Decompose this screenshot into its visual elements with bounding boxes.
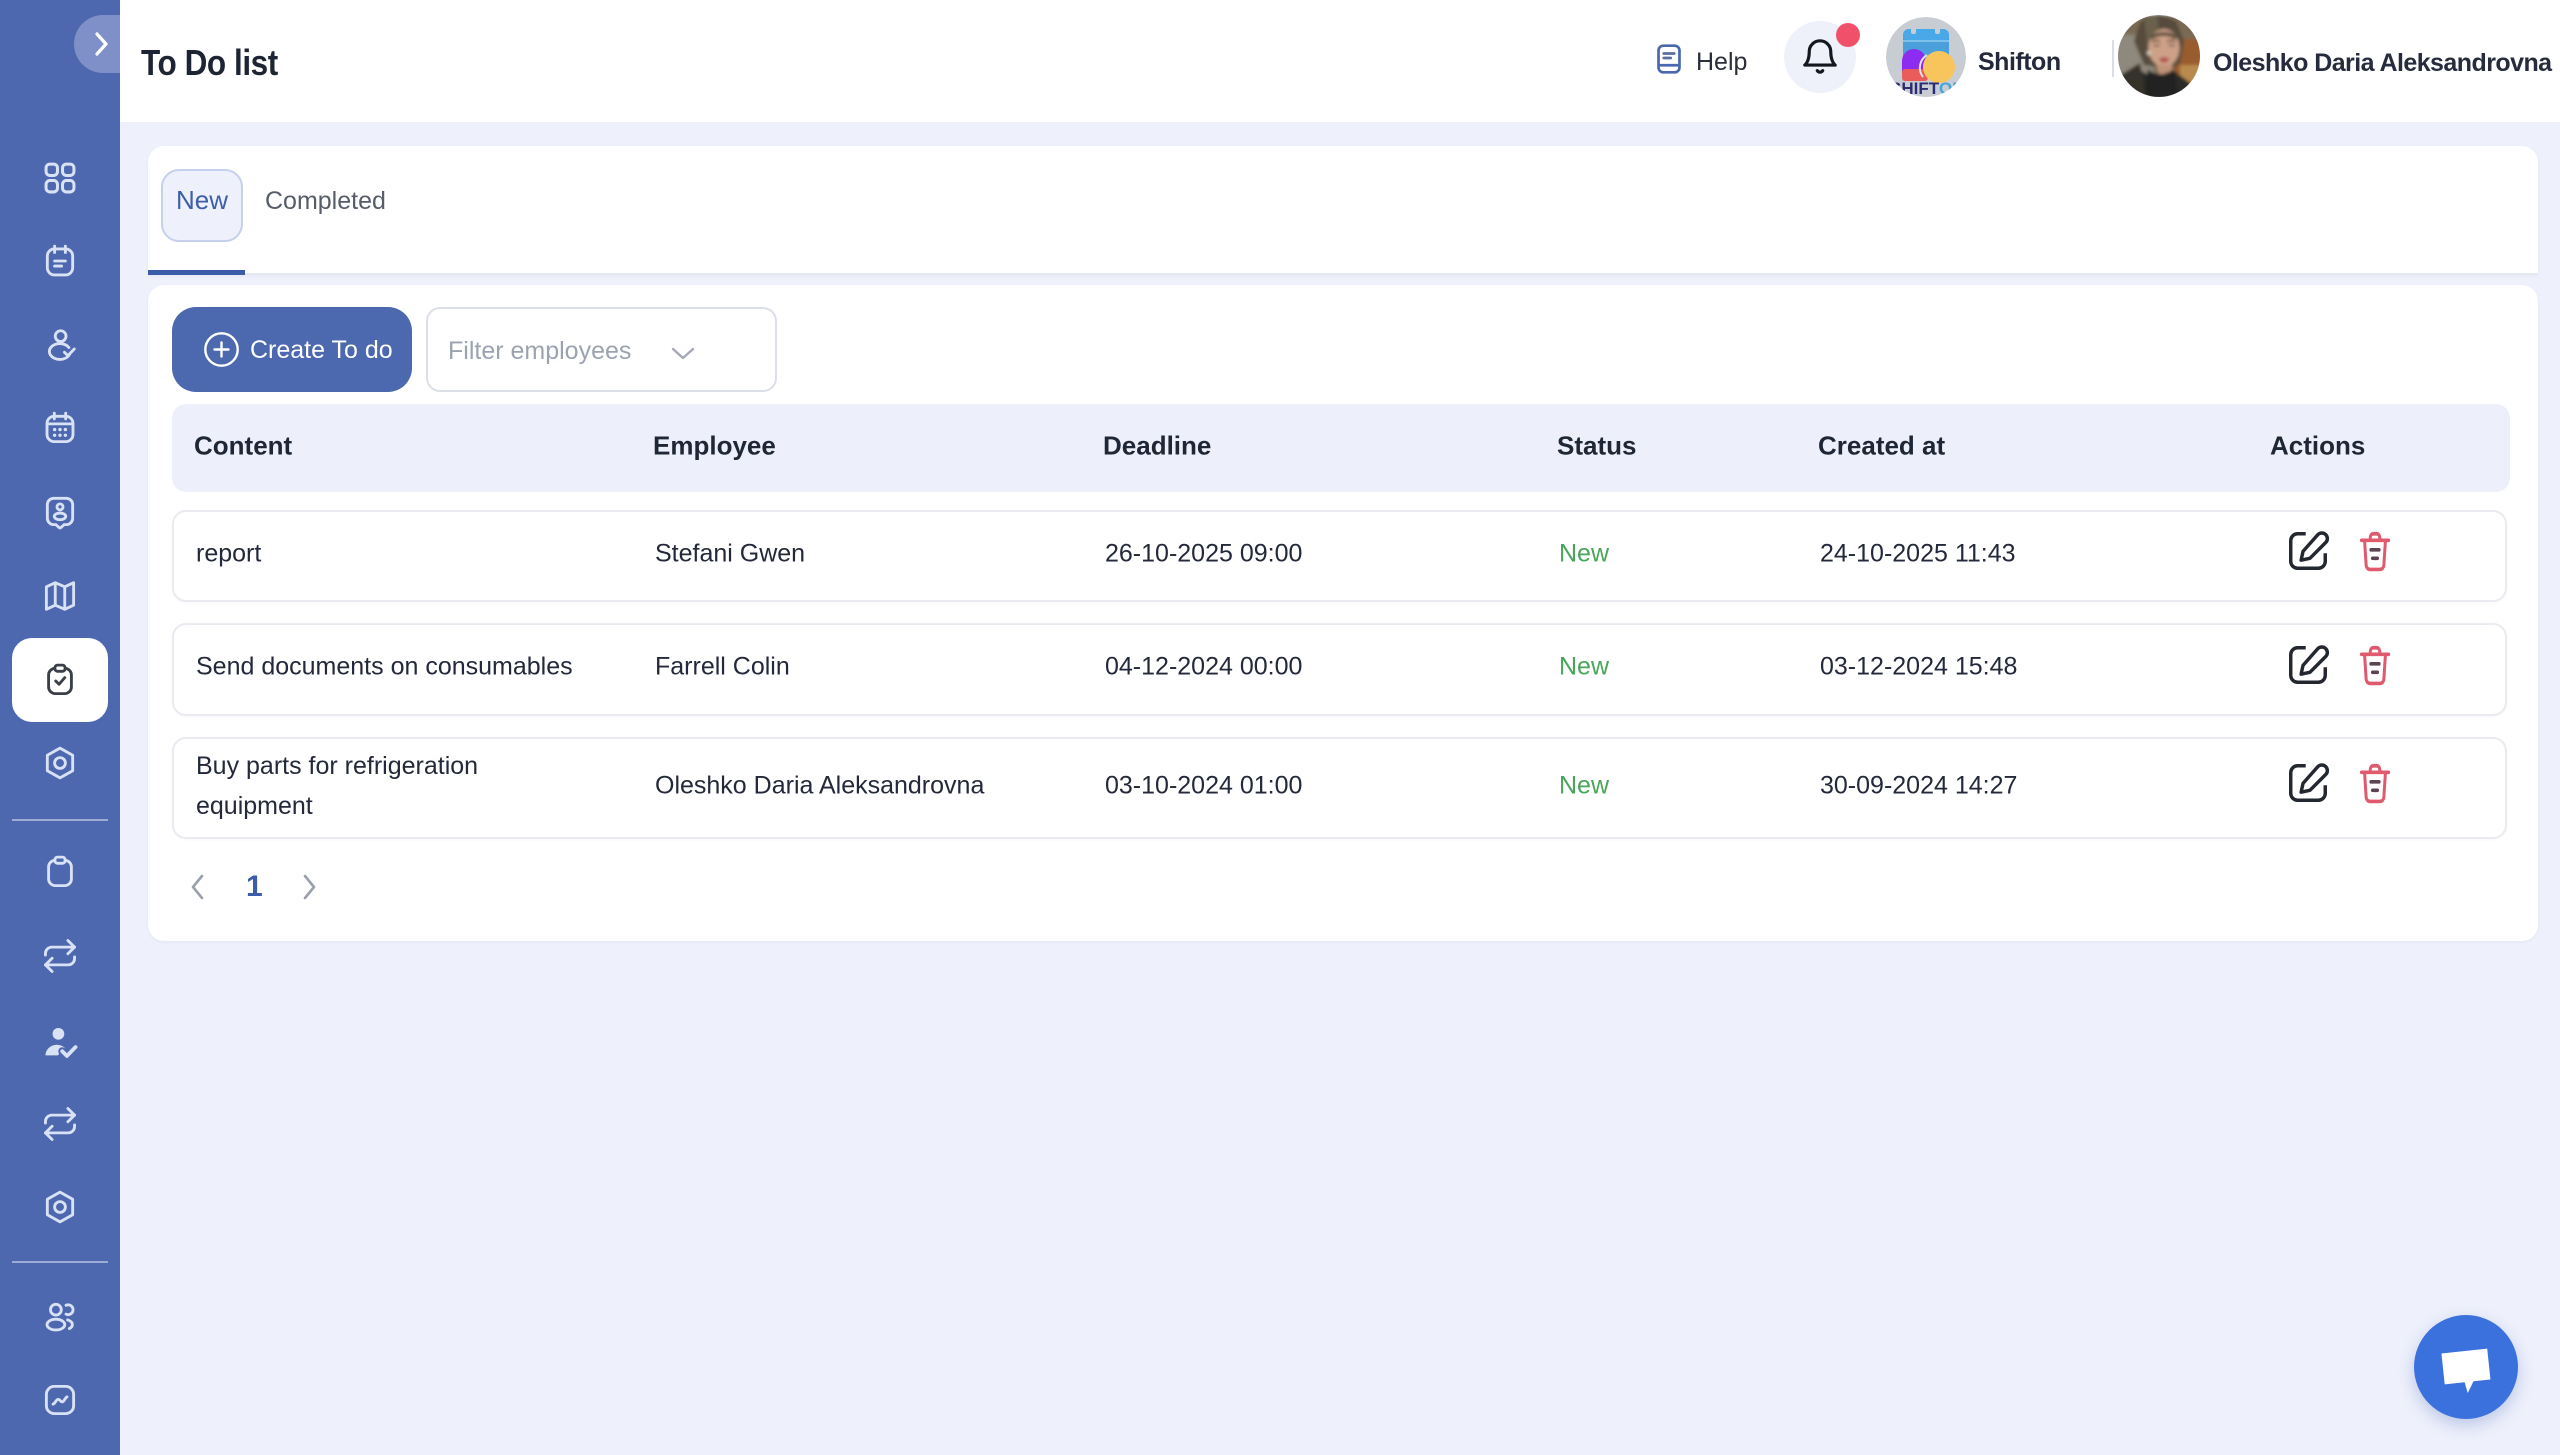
svg-text:ON: ON [1939, 79, 1965, 97]
svg-text:SHIFT: SHIFT [1890, 79, 1940, 97]
